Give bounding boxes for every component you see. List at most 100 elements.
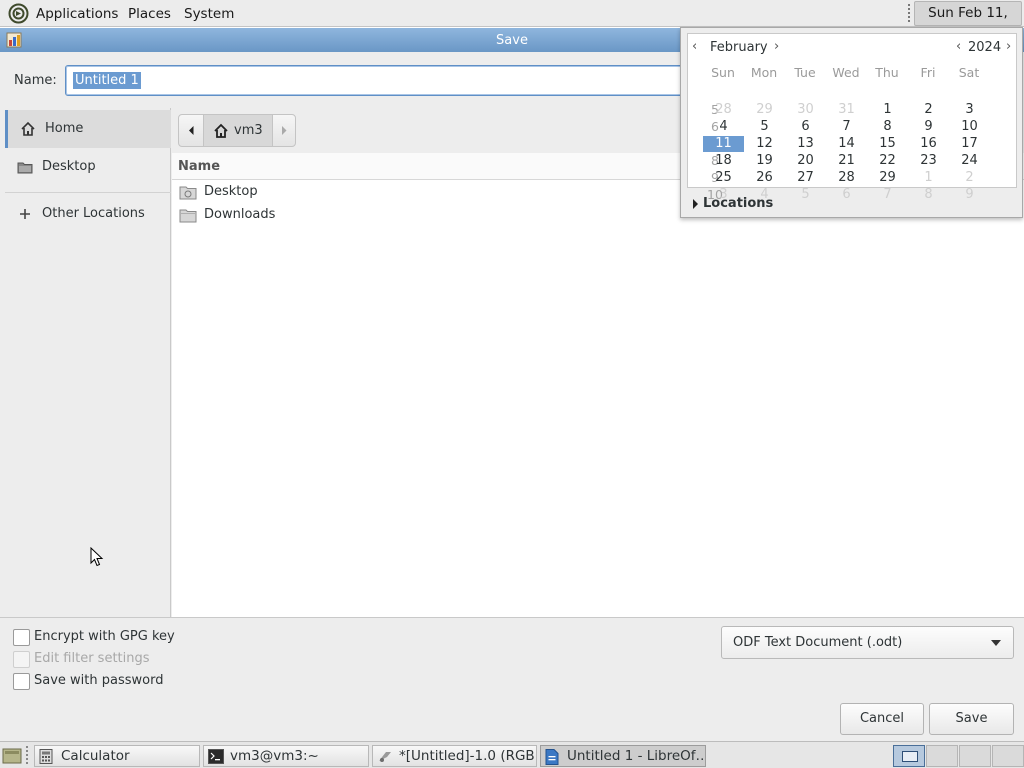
calendar-day[interactable]: 10 — [949, 119, 990, 135]
calendar-day[interactable]: 19 — [744, 153, 785, 169]
weekday-header: Wed — [832, 65, 860, 80]
calendar-day[interactable]: 5 — [785, 187, 826, 203]
calendar-day[interactable]: 29 — [744, 102, 785, 118]
file-type-value: ODF Text Document (.odt) — [733, 635, 903, 650]
calendar-year: 2024 — [968, 40, 1002, 55]
calendar-day[interactable]: 4 — [703, 119, 744, 135]
calendar-day[interactable]: 8 — [867, 119, 908, 135]
calendar-day[interactable]: 28 — [703, 102, 744, 118]
calendar-day[interactable]: 7 — [826, 119, 867, 135]
task-label: *[Untitled]-1.0 (RGB… — [399, 748, 537, 764]
workspace-1[interactable] — [893, 745, 925, 767]
dialog-options-area: Encrypt with GPG key Edit filter setting… — [0, 617, 1024, 741]
calendar-day[interactable]: 15 — [867, 136, 908, 152]
edit-filter-checkbox[interactable] — [13, 651, 30, 668]
calendar-day[interactable]: 25 — [703, 170, 744, 186]
calendar-day[interactable]: 12 — [744, 136, 785, 152]
calendar-day[interactable]: 24 — [949, 153, 990, 169]
task-label: Untitled 1 - LibreOf… — [567, 748, 706, 764]
weekday-header: Fri — [920, 65, 936, 80]
calendar-day[interactable]: 7 — [867, 187, 908, 203]
distro-logo-icon[interactable] — [8, 3, 29, 24]
folder-icon — [179, 209, 197, 223]
workspace-2[interactable] — [926, 745, 958, 767]
task-libreoffice-writer[interactable]: Untitled 1 - LibreOf… — [540, 745, 706, 767]
calendar-day[interactable]: 28 — [826, 170, 867, 186]
task-label: vm3@vm3:~ — [230, 748, 319, 764]
calendar-day[interactable]: 6 — [785, 119, 826, 135]
workspace-4[interactable] — [992, 745, 1024, 767]
menu-places[interactable]: Places — [128, 6, 171, 22]
panel-drag-handle[interactable] — [908, 4, 912, 22]
path-crumb-home[interactable]: vm3 — [204, 115, 272, 146]
calendar-day[interactable]: 21 — [826, 153, 867, 169]
clock-applet[interactable]: Sun Feb 11, 19:24 — [914, 1, 1022, 44]
calendar-day[interactable]: 9 — [908, 119, 949, 135]
calendar-day[interactable]: 1 — [908, 170, 949, 186]
prev-month-icon[interactable]: ‹ — [692, 39, 697, 54]
calendar-day[interactable]: 2 — [908, 102, 949, 118]
calendar-day[interactable]: 27 — [785, 170, 826, 186]
calendar-day[interactable]: 16 — [908, 136, 949, 152]
calendar-month: February — [710, 40, 768, 55]
calendar-day[interactable]: 5 — [744, 119, 785, 135]
calendar-day[interactable]: 20 — [785, 153, 826, 169]
cancel-button[interactable]: Cancel — [840, 703, 924, 735]
path-forward-button[interactable] — [272, 115, 295, 146]
encrypt-gpg-checkbox[interactable] — [13, 629, 30, 646]
writer-icon — [545, 749, 559, 765]
weekday-header: Thu — [875, 65, 899, 80]
weekday-header: Tue — [794, 65, 816, 80]
gimp-icon — [379, 752, 391, 762]
menu-applications[interactable]: Applications — [36, 6, 118, 22]
calendar-day[interactable]: 2 — [949, 170, 990, 186]
calendar-day[interactable]: 31 — [826, 102, 867, 118]
weekday-header: Mon — [750, 65, 778, 80]
calendar-day[interactable]: 26 — [744, 170, 785, 186]
calendar-day[interactable]: 22 — [867, 153, 908, 169]
next-month-icon[interactable]: › — [774, 39, 779, 54]
file-list: Name Desktop Downloads — [172, 153, 1024, 617]
calendar-day[interactable]: 9 — [949, 187, 990, 203]
task-calculator[interactable]: Calculator — [34, 745, 200, 767]
calendar-day[interactable]: 17 — [949, 136, 990, 152]
home-icon — [21, 121, 35, 136]
calendar-day[interactable]: 18 — [703, 153, 744, 169]
calendar-day[interactable]: 1 — [867, 102, 908, 118]
locations-expander[interactable]: Locations — [703, 196, 773, 211]
sidebar-separator — [5, 192, 171, 193]
task-terminal[interactable]: vm3@vm3:~ — [203, 745, 369, 767]
save-button[interactable]: Save — [929, 703, 1014, 735]
task-gimp[interactable]: *[Untitled]-1.0 (RGB… — [372, 745, 537, 767]
next-year-icon[interactable]: › — [1006, 39, 1011, 54]
desktop-icon — [17, 162, 33, 174]
expander-triangle-icon[interactable] — [693, 199, 698, 209]
column-header-label: Name — [178, 159, 221, 174]
calendar-day[interactable]: 23 — [908, 153, 949, 169]
file-type-select[interactable]: ODF Text Document (.odt) — [721, 626, 1014, 659]
sidebar-item-other-locations[interactable]: Other Locations — [5, 195, 171, 233]
calendar-day[interactable]: 30 — [785, 102, 826, 118]
calendar-day[interactable]: 29 — [867, 170, 908, 186]
calendar-day[interactable]: 13 — [785, 136, 826, 152]
calendar-day-today[interactable]: 11 — [703, 136, 744, 152]
save-password-checkbox[interactable] — [13, 673, 30, 690]
weekday-header: Sun — [711, 65, 735, 80]
workspace-3[interactable] — [959, 745, 991, 767]
path-bar: vm3 — [178, 114, 296, 147]
show-desktop-icon[interactable] — [2, 747, 22, 765]
menu-system[interactable]: System — [184, 6, 234, 22]
weekday-header: Sat — [958, 65, 980, 80]
sidebar-item-home[interactable]: Home — [5, 110, 171, 148]
calendar-day[interactable]: 3 — [949, 102, 990, 118]
sidebar-item-desktop[interactable]: Desktop — [5, 148, 171, 186]
calendar-day[interactable]: 8 — [908, 187, 949, 203]
path-back-button[interactable] — [179, 115, 204, 146]
edit-filter-label: Edit filter settings — [34, 651, 150, 666]
bottom-taskbar: Calculator vm3@vm3:~ *[Untitled]-1.0 (RG… — [0, 741, 1024, 768]
calendar-day[interactable]: 6 — [826, 187, 867, 203]
taskbar-handle[interactable] — [26, 746, 30, 764]
calendar-day[interactable]: 14 — [826, 136, 867, 152]
prev-year-icon[interactable]: ‹ — [956, 39, 961, 54]
encrypt-gpg-label: Encrypt with GPG key — [34, 629, 175, 644]
